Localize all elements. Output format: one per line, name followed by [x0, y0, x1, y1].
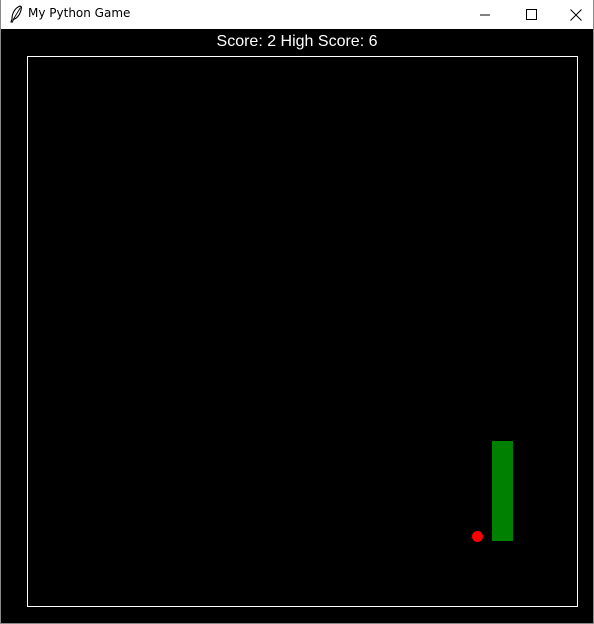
window-title: My Python Game	[28, 6, 131, 20]
close-button[interactable]	[553, 0, 594, 29]
maximize-button[interactable]	[508, 0, 554, 29]
score-display: Score: 2 High Score: 6	[216, 33, 378, 50]
maximize-icon	[525, 9, 537, 20]
title-bar[interactable]: My Python Game	[1, 0, 593, 29]
snake-body	[492, 441, 513, 541]
close-icon	[570, 8, 582, 21]
game-window: My Python Game Score: 2 High Score: 6	[0, 0, 594, 624]
minimize-icon	[479, 14, 490, 16]
minimize-button[interactable]	[462, 0, 508, 29]
feather-icon	[10, 5, 23, 23]
food-pellet	[472, 531, 483, 542]
game-canvas[interactable]: Score: 2 High Score: 6	[1, 29, 593, 623]
